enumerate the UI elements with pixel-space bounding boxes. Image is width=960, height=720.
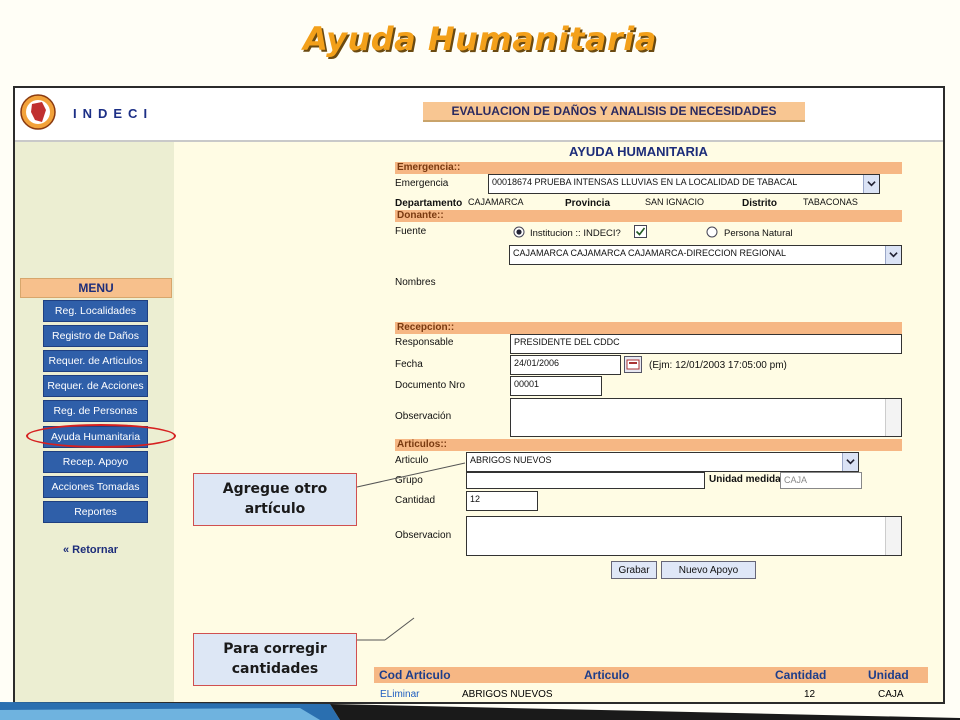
fuente-label: Fuente (395, 226, 427, 237)
menu-title: MENU (20, 278, 172, 298)
articulo-select[interactable]: ABRIGOS NUEVOS (466, 452, 859, 472)
documento-label: Documento Nro (395, 380, 466, 391)
observacion-recepcion-label: Observación (395, 411, 452, 422)
app-header: INDECI EVALUACION DE DAÑOS Y ANALISIS DE… (15, 88, 943, 142)
fecha-hint: (Ejm: 12/01/2003 17:05:00 pm) (649, 360, 787, 371)
cantidad-label: Cantidad (395, 495, 436, 506)
col-cantidad: Cantidad (775, 668, 827, 682)
institucion-select-value: CAJAMARCA CAJAMARCA CAJAMARCA-DIRECCION … (513, 248, 787, 258)
grupo-input[interactable] (466, 472, 705, 489)
brand-name: INDECI (73, 106, 154, 121)
grabar-button[interactable]: Grabar (611, 561, 657, 579)
menu-item-registro-danos[interactable]: Registro de Daños (43, 325, 148, 347)
nombres-label: Nombres (395, 277, 436, 288)
unidad-medida-input[interactable]: CAJA (780, 472, 862, 489)
nuevo-apoyo-button[interactable]: Nuevo Apoyo (661, 561, 756, 579)
fecha-input[interactable]: 24/01/2006 (510, 355, 621, 375)
emergencia-label: Emergencia (395, 178, 449, 189)
provincia-value: SAN IGNACIO (645, 197, 705, 207)
menu-item-reg-localidades[interactable]: Reg. Localidades (43, 300, 148, 322)
menu-item-recep-apoyo[interactable]: Recep. Apoyo (43, 451, 148, 473)
col-articulo: Articulo (584, 668, 630, 682)
app-window: INDECI EVALUACION DE DAÑOS Y ANALISIS DE… (13, 86, 945, 704)
calendar-icon[interactable] (624, 356, 642, 373)
back-link[interactable]: « Retornar (63, 544, 118, 556)
slide-title: Ayuda Humanitaria (303, 20, 657, 58)
page-title: AYUDA HUMANITARIA (569, 144, 708, 159)
col-cod-articulo: Cod Articulo (379, 668, 451, 682)
documento-input[interactable]: 00001 (510, 376, 602, 396)
articulo-label: Articulo (395, 455, 429, 466)
provincia-label: Provincia (565, 198, 611, 209)
grupo-label: Grupo (395, 475, 423, 486)
responsable-input[interactable]: PRESIDENTE DEL CDDC (510, 334, 902, 354)
observacion-articulo-label: Observacion (395, 530, 452, 541)
system-banner: EVALUACION DE DAÑOS Y ANALISIS DE NECESI… (423, 102, 805, 122)
main-content: AYUDA HUMANITARIA Emergencia:: Emergenci… (174, 142, 943, 702)
distrito-label: Distrito (742, 198, 777, 209)
col-unidad: Unidad (868, 668, 909, 682)
chevron-down-icon[interactable] (885, 246, 901, 264)
callout-corregir: Para corregir cantidades (193, 633, 357, 686)
observacion-recepcion-textarea[interactable] (510, 398, 902, 437)
checkbox-checked-icon[interactable] (634, 225, 647, 238)
unidad-medida-label: Unidad medida (709, 474, 781, 485)
chevron-down-icon[interactable] (863, 175, 879, 193)
option-persona-label: Persona Natural (724, 228, 793, 239)
scrollbar[interactable] (885, 399, 901, 436)
menu-item-acciones-tomadas[interactable]: Acciones Tomadas (43, 476, 148, 498)
section-emergencia: Emergencia:: (395, 162, 902, 174)
option-institucion-label: Institucion :: INDECI? (530, 228, 621, 239)
scrollbar[interactable] (885, 517, 901, 555)
institucion-select[interactable]: CAJAMARCA CAJAMARCA CAJAMARCA-DIRECCION … (509, 245, 902, 265)
responsable-label: Responsable (395, 337, 454, 348)
fecha-label: Fecha (395, 359, 423, 370)
menu-highlight-ellipse (26, 424, 176, 448)
section-recepcion: Recepcion:: (395, 322, 902, 334)
cantidad-input[interactable]: 12 (466, 491, 538, 511)
section-articulos: Articulos:: (395, 439, 902, 451)
menu-item-reportes[interactable]: Reportes (43, 501, 148, 523)
callout-agregue: Agregue otro artículo (193, 473, 357, 526)
chevron-down-icon[interactable] (842, 453, 858, 471)
distrito-value: TABACONAS (803, 197, 858, 207)
sidebar: MENU Reg. Localidades Registro de Daños … (15, 142, 174, 702)
observacion-articulo-textarea[interactable] (466, 516, 902, 556)
decorative-ribbon (0, 702, 960, 720)
table-header: Cod Articulo Articulo Cantidad Unidad (374, 667, 928, 683)
menu-item-requer-acciones[interactable]: Requer. de Acciones (43, 375, 148, 397)
radio-persona-natural[interactable] (706, 226, 718, 238)
menu-item-requer-articulos[interactable]: Requer. de Articulos (43, 350, 148, 372)
emergencia-select[interactable]: 00018674 PRUEBA INTENSAS LLUVIAS EN LA L… (488, 174, 880, 194)
departamento-label: Departamento (395, 198, 463, 209)
articulo-select-value: ABRIGOS NUEVOS (470, 455, 552, 465)
section-donante: Donante:: (395, 210, 902, 222)
emergencia-select-value: 00018674 PRUEBA INTENSAS LLUVIAS EN LA L… (492, 177, 798, 187)
indeci-logo-icon (20, 94, 56, 130)
departamento-value: CAJAMARCA (468, 197, 524, 207)
radio-institucion[interactable] (513, 226, 525, 238)
menu-item-reg-personas[interactable]: Reg. de Personas (43, 400, 148, 422)
